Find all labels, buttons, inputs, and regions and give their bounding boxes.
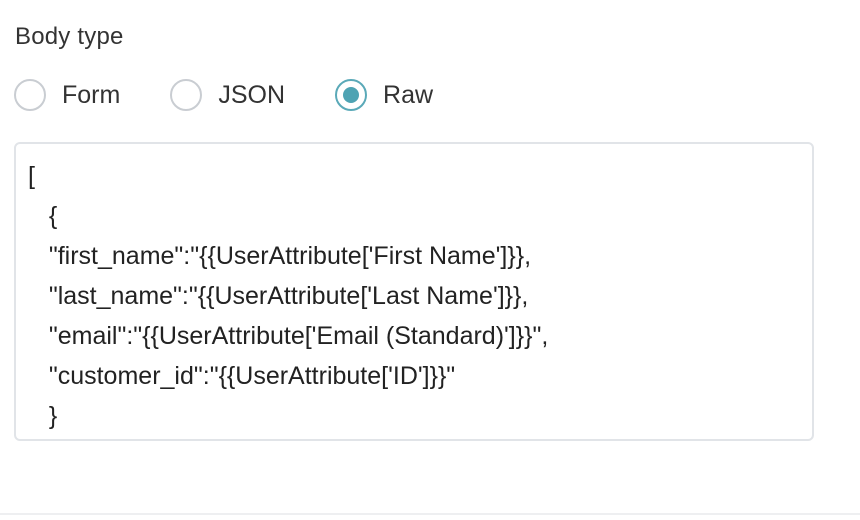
form-radio-label[interactable]: Form	[62, 79, 120, 111]
radio-option-raw[interactable]: Raw	[335, 79, 433, 111]
raw-radio-button[interactable]	[335, 79, 368, 111]
raw-body-textarea[interactable]: [ { "first_name":"{{UserAttribute['First…	[14, 142, 814, 441]
radio-option-form[interactable]: Form	[14, 79, 120, 111]
raw-body-content[interactable]: [ { "first_name":"{{UserAttribute['First…	[28, 156, 800, 436]
raw-radio-label[interactable]: Raw	[383, 79, 433, 111]
body-type-label: Body type	[15, 23, 124, 50]
form-radio-button[interactable]	[14, 79, 46, 111]
section-divider	[0, 513, 860, 515]
json-radio-label[interactable]: JSON	[218, 79, 285, 111]
json-radio-button[interactable]	[170, 79, 203, 111]
body-type-panel: Body type Form JSON Raw [ { "first_name"…	[0, 0, 860, 520]
radio-option-json[interactable]: JSON	[170, 79, 285, 111]
body-type-radio-group: Form JSON Raw	[14, 75, 433, 115]
